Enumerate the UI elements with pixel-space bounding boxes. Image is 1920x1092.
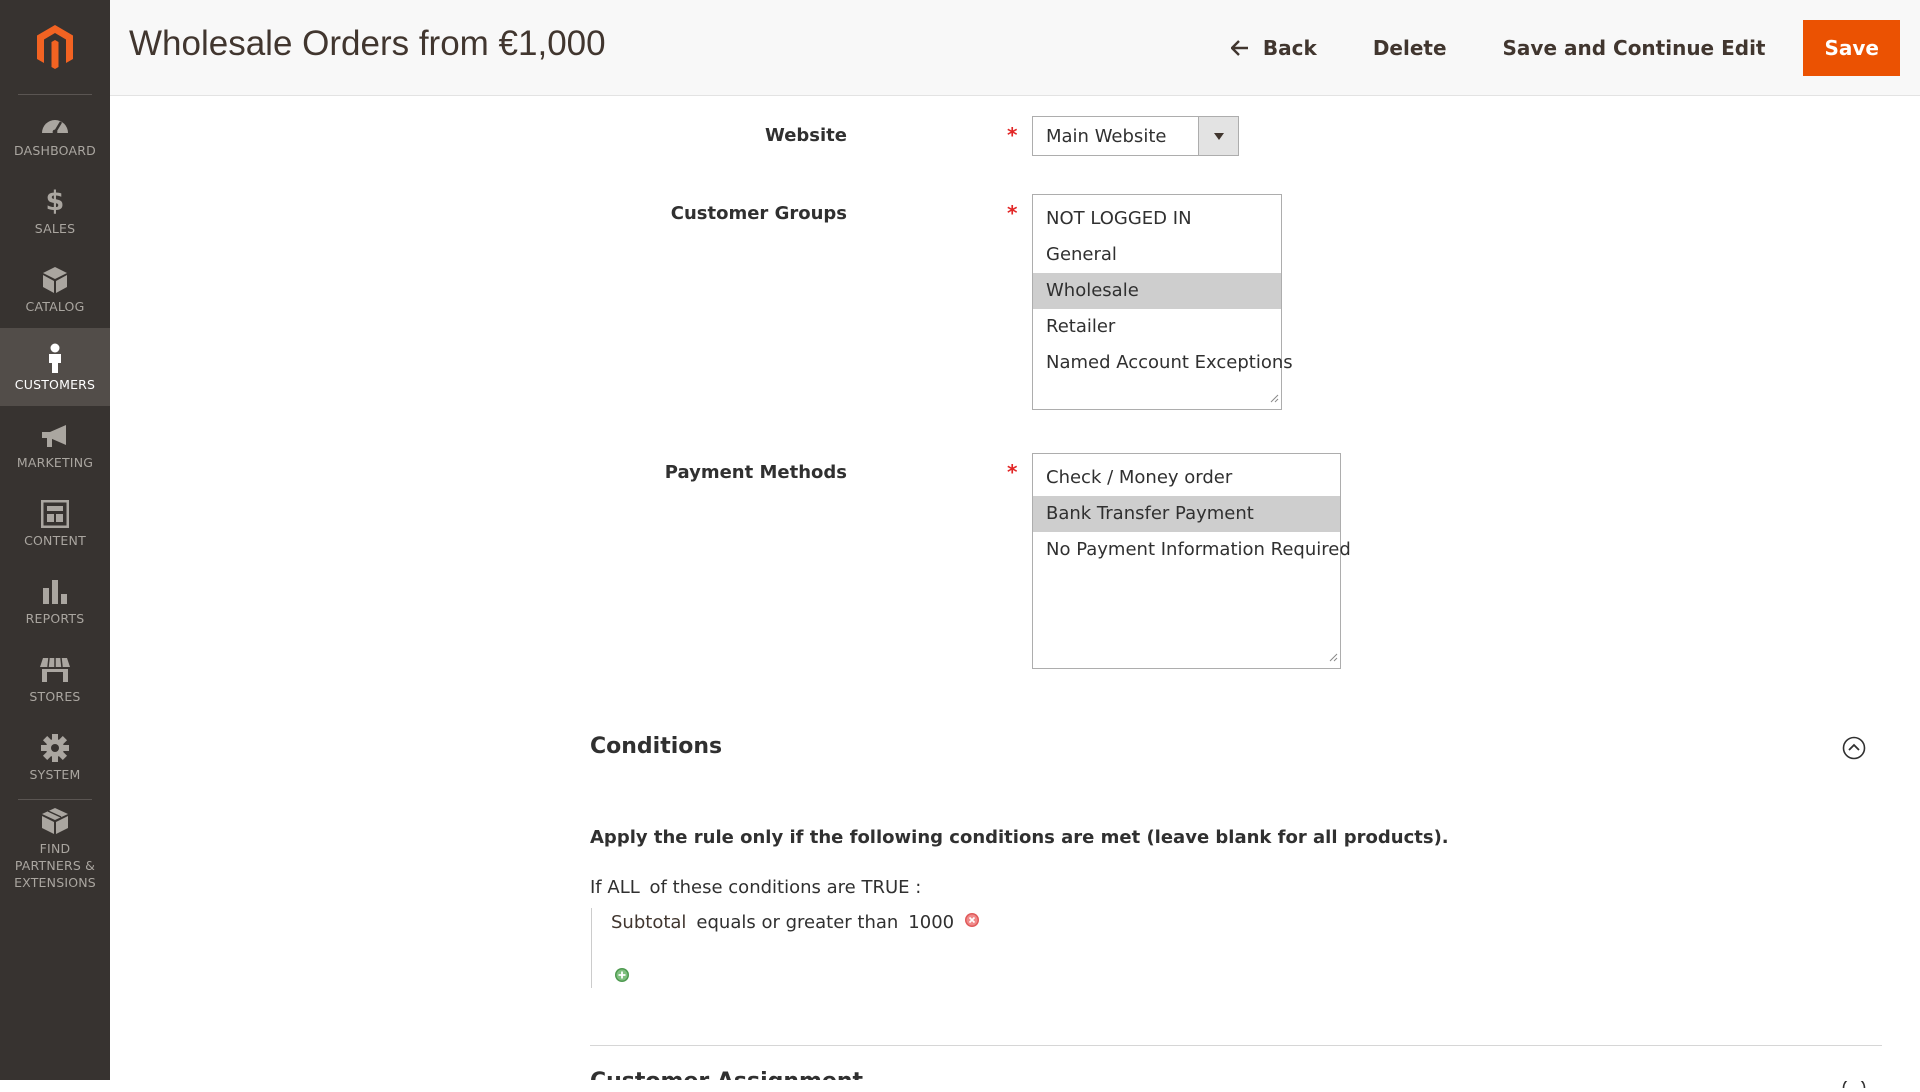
required-mark: * <box>1007 460 1017 484</box>
admin-sidebar: DASHBOARD $ SALES CATALOG CUSTOMERS MARK… <box>0 0 110 1080</box>
page-header: Wholesale Orders from €1,000 Back Delete… <box>110 0 1920 96</box>
customer-group-option[interactable]: Named Account Exceptions <box>1033 345 1281 381</box>
sidebar-item-dashboard[interactable]: DASHBOARD <box>0 94 110 172</box>
conditions-tree-header: If ALL of these conditions are TRUE : <box>590 877 921 898</box>
resize-handle-icon[interactable] <box>1329 647 1338 666</box>
sidebar-item-sales[interactable]: $ SALES <box>0 172 110 250</box>
form-content: Website * Main Website Customer Groups *… <box>110 97 1920 1080</box>
website-select-value: Main Website <box>1046 126 1166 147</box>
add-condition-icon[interactable] <box>614 967 630 987</box>
sidebar-divider <box>18 799 92 800</box>
conditions-section-title[interactable]: Conditions <box>590 734 722 759</box>
arrow-left-icon <box>1231 40 1249 56</box>
magento-logo[interactable] <box>0 0 110 94</box>
payment-method-option[interactable]: No Payment Information Required <box>1033 532 1340 568</box>
megaphone-icon <box>40 421 70 451</box>
person-icon <box>46 343 64 373</box>
conditions-middle: of these conditions are <box>650 877 856 898</box>
condition-operator[interactable]: equals or greater than <box>696 912 898 933</box>
sidebar-item-label: SALES <box>35 221 76 236</box>
delete-button[interactable]: Delete <box>1345 20 1475 76</box>
chevron-up-circle-icon[interactable] <box>1842 736 1866 764</box>
customer-group-option[interactable]: NOT LOGGED IN <box>1033 201 1281 237</box>
sidebar-item-stores[interactable]: STORES <box>0 640 110 718</box>
sidebar-item-find-partners[interactable]: FIND PARTNERS & EXTENSIONS <box>0 803 110 893</box>
condition-value[interactable]: 1000 <box>908 912 954 933</box>
condition-attribute: Subtotal <box>611 912 686 933</box>
sidebar-item-label: MARKETING <box>17 455 93 470</box>
sidebar-item-label: CATALOG <box>26 299 85 314</box>
chevron-down-icon[interactable] <box>1198 117 1238 155</box>
website-label: Website <box>765 125 847 146</box>
sidebar-item-marketing[interactable]: MARKETING <box>0 406 110 484</box>
conditions-tree-line <box>591 908 592 988</box>
sidebar-item-label: CONTENT <box>24 533 86 548</box>
sidebar-item-catalog[interactable]: CATALOG <box>0 250 110 328</box>
page-actions: Back Delete Save and Continue Edit Save <box>1203 20 1900 76</box>
back-button-label: Back <box>1263 36 1317 60</box>
required-mark: * <box>1007 201 1017 225</box>
aggregator-toggle[interactable]: ALL <box>607 877 639 898</box>
layout-icon <box>41 499 69 529</box>
payment-methods-label: Payment Methods <box>665 462 847 483</box>
resize-handle-icon[interactable] <box>1270 388 1279 407</box>
back-button[interactable]: Back <box>1203 20 1345 76</box>
chevron-circle-icon[interactable] <box>1842 1073 1866 1092</box>
section-divider <box>590 1045 1882 1046</box>
conditions-suffix: : <box>915 877 921 898</box>
remove-condition-icon[interactable] <box>964 912 980 933</box>
customer-group-option[interactable]: Wholesale <box>1033 273 1281 309</box>
customer-assignment-section-title[interactable]: Customer Assignment <box>590 1069 863 1080</box>
magento-logo-icon <box>35 23 75 71</box>
save-button[interactable]: Save <box>1803 20 1900 76</box>
conditions-description: Apply the rule only if the following con… <box>590 827 1449 848</box>
save-and-continue-button[interactable]: Save and Continue Edit <box>1475 20 1794 76</box>
box-icon <box>42 265 68 295</box>
payment-methods-multiselect[interactable]: Check / Money order Bank Transfer Paymen… <box>1032 453 1341 669</box>
sidebar-item-label: FIND PARTNERS & EXTENSIONS <box>5 840 105 891</box>
page-title: Wholesale Orders from €1,000 <box>129 24 606 64</box>
payment-method-option[interactable]: Check / Money order <box>1033 460 1340 496</box>
sidebar-item-content[interactable]: CONTENT <box>0 484 110 562</box>
website-select[interactable]: Main Website <box>1032 116 1239 156</box>
sidebar-item-label: DASHBOARD <box>14 143 96 158</box>
sidebar-item-customers[interactable]: CUSTOMERS <box>0 328 110 406</box>
gear-icon <box>40 733 70 763</box>
conditions-prefix: If <box>590 877 602 898</box>
payment-method-option[interactable]: Bank Transfer Payment <box>1033 496 1340 532</box>
sidebar-item-label: REPORTS <box>26 611 85 626</box>
sidebar-item-label: CUSTOMERS <box>15 377 95 392</box>
bar-chart-icon <box>42 577 68 607</box>
value-toggle[interactable]: TRUE <box>861 877 909 898</box>
storefront-icon <box>39 655 71 685</box>
sidebar-item-system[interactable]: SYSTEM <box>0 718 110 796</box>
sidebar-item-label: STORES <box>29 689 80 704</box>
dashboard-icon <box>40 109 70 139</box>
sidebar-item-reports[interactable]: REPORTS <box>0 562 110 640</box>
customer-group-option[interactable]: Retailer <box>1033 309 1281 345</box>
dollar-icon: $ <box>46 187 65 217</box>
customer-groups-label: Customer Groups <box>671 203 847 224</box>
condition-rule: Subtotal equals or greater than 1000 <box>611 912 990 933</box>
customer-groups-multiselect[interactable]: NOT LOGGED IN General Wholesale Retailer… <box>1032 194 1282 410</box>
sidebar-item-label: SYSTEM <box>29 767 80 782</box>
required-mark: * <box>1007 123 1017 147</box>
extensions-icon <box>40 806 70 836</box>
customer-group-option[interactable]: General <box>1033 237 1281 273</box>
